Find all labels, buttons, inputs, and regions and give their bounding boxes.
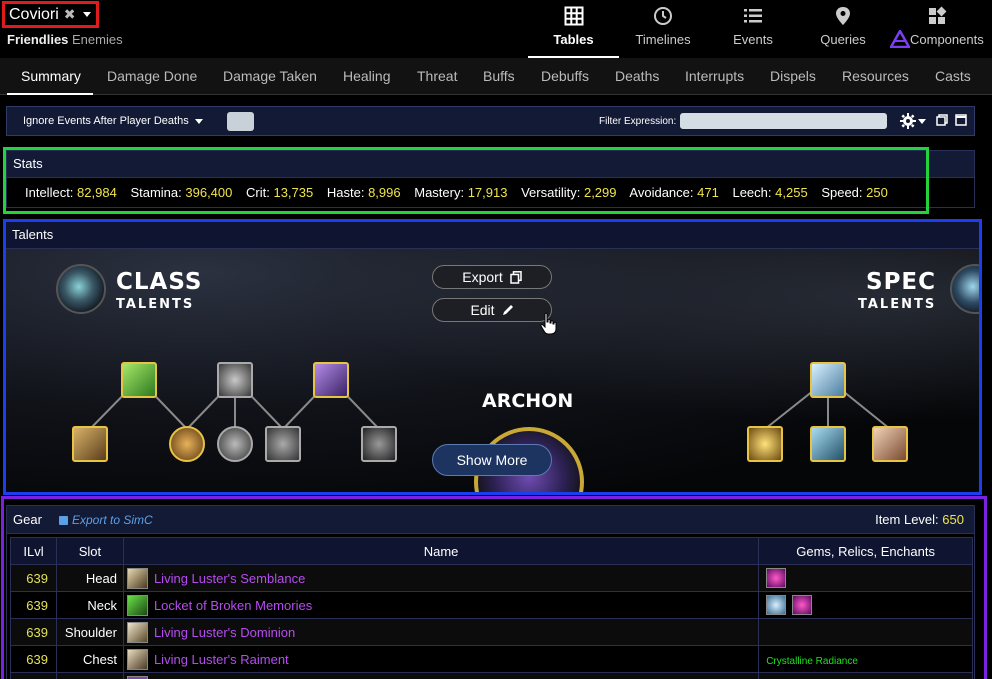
gear-icon <box>900 113 916 129</box>
stats-highlight-box <box>3 147 929 214</box>
tab-dispels[interactable]: Dispels <box>770 68 816 84</box>
close-icon[interactable]: ✖ <box>64 6 76 23</box>
player-name: Coviori <box>9 5 59 23</box>
nav-tables[interactable]: Tables <box>528 0 619 58</box>
nav-components[interactable]: Components <box>890 0 990 58</box>
chevron-down-icon <box>918 118 926 124</box>
map-pin-icon <box>832 5 854 27</box>
filter-expression-input[interactable] <box>680 113 887 129</box>
filter-bar: Ignore Events After Player Deaths Filter… <box>6 106 975 136</box>
tab-buffs[interactable]: Buffs <box>483 68 515 84</box>
nav-label: Queries <box>820 32 866 47</box>
nav-label: Tables <box>553 32 594 47</box>
tab-debuffs[interactable]: Debuffs <box>541 68 589 84</box>
enemies-filter[interactable]: Enemies <box>72 32 123 47</box>
tab-healing[interactable]: Healing <box>343 68 390 84</box>
settings-menu[interactable] <box>900 112 928 130</box>
gear-highlight-box <box>1 496 987 679</box>
ignore-deaths-toggle[interactable] <box>227 112 254 131</box>
tab-interrupts[interactable]: Interrupts <box>685 68 744 84</box>
maximize-icon[interactable] <box>955 114 967 126</box>
list-icon <box>742 5 764 27</box>
nav-timelines[interactable]: Timelines <box>628 0 698 58</box>
tab-casts[interactable]: Casts <box>935 68 971 84</box>
nav-label: Events <box>733 32 773 47</box>
ignore-deaths-dropdown[interactable]: Ignore Events After Player Deaths <box>23 115 203 127</box>
components-icon <box>926 5 948 27</box>
ignore-deaths-label: Ignore Events After Player Deaths <box>23 115 189 127</box>
friendlies-filter[interactable]: Friendlies <box>7 32 68 47</box>
chevron-down-icon <box>194 118 203 124</box>
report-tabs: Summary Damage Done Damage Taken Healing… <box>0 58 992 95</box>
clock-icon <box>652 5 674 27</box>
active-tab-indicator <box>7 93 93 95</box>
tab-deaths[interactable]: Deaths <box>615 68 659 84</box>
table-icon <box>563 5 585 27</box>
tab-threat[interactable]: Threat <box>417 68 457 84</box>
components-label-wrap: Components <box>890 30 984 48</box>
player-selector[interactable]: Coviori ✖ <box>2 1 99 28</box>
tab-damage-taken[interactable]: Damage Taken <box>223 68 317 84</box>
archon-logo-icon <box>890 30 910 48</box>
restore-window-icon[interactable] <box>936 114 948 126</box>
top-bar: Coviori ✖ Friendlies Enemies Tables Time… <box>0 0 992 58</box>
nav-label: Timelines <box>635 32 691 47</box>
talents-highlight-box <box>3 219 982 495</box>
tab-summary[interactable]: Summary <box>21 68 81 84</box>
chevron-down-icon[interactable] <box>82 12 91 17</box>
tab-resources[interactable]: Resources <box>842 68 909 84</box>
tab-damage-done[interactable]: Damage Done <box>107 68 197 84</box>
filter-expression-label: Filter Expression: <box>599 116 677 127</box>
nav-events[interactable]: Events <box>722 0 784 58</box>
nav-queries[interactable]: Queries <box>812 0 874 58</box>
nav-label: Components <box>910 31 984 47</box>
